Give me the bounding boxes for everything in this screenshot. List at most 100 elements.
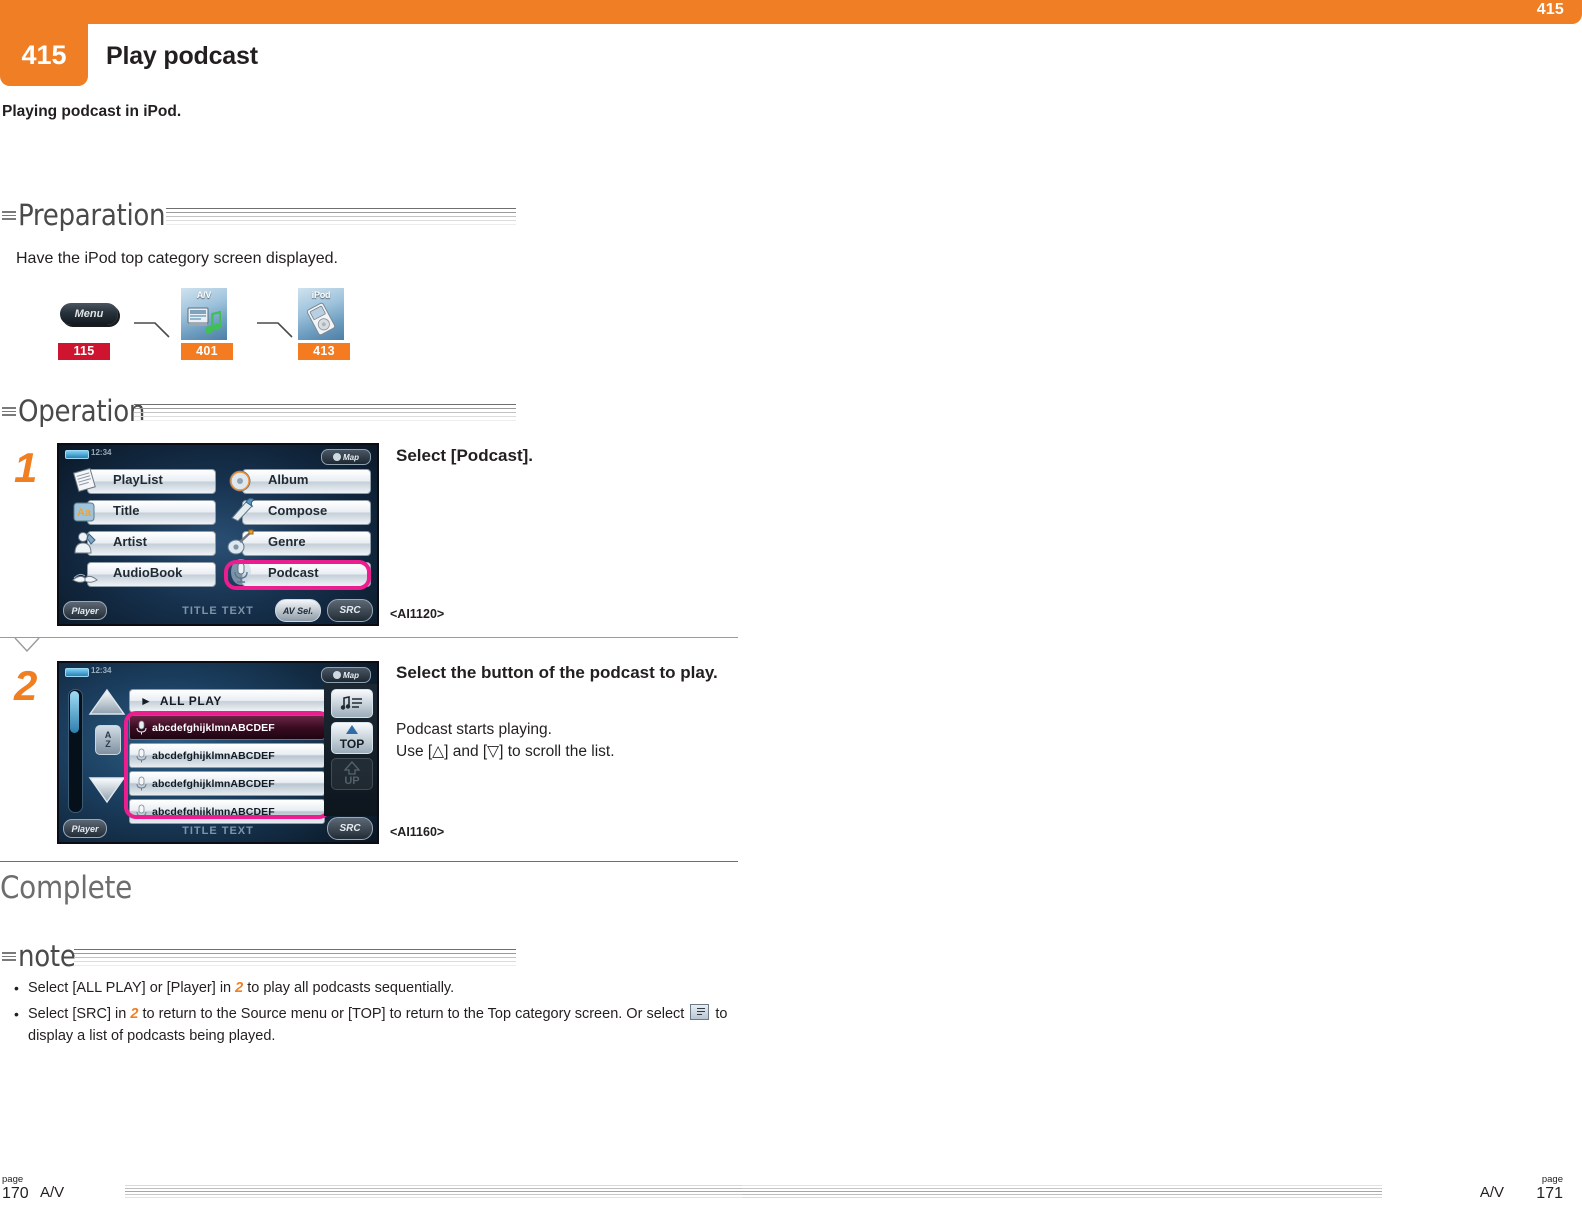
prep-flow-item-av: A/V 401 [181,286,233,360]
clock-label-2: 12:34 [91,666,112,675]
src-button-2[interactable]: SRC [327,817,373,840]
up-button-disabled[interactable]: UP [331,758,373,790]
artist-icon [74,532,96,554]
ipod-tile-icon: iPod [298,288,344,340]
footer-left-section-label: A/V [40,1184,65,1201]
footer-right-page-number: 171 [1536,1185,1563,1202]
preparation-text: Have the iPod top category screen displa… [16,250,338,267]
flow-arrow-icon [134,322,170,338]
section-mark-icon-2 [2,407,16,416]
av-artwork-icon [187,307,221,334]
playlist-icon [73,467,96,493]
note-item-text-2: Select [SRC] in 2 to return to the Sourc… [28,1003,754,1048]
map-button-2[interactable]: Map [321,667,371,683]
note-2-post: to return to the Source menu or [TOP] to… [138,1005,689,1022]
step-divider-line [0,637,738,638]
category-button-artist[interactable]: Artist [71,529,216,556]
menu-button-icon: Menu [58,303,118,325]
up-button-label: UP [344,775,360,787]
preparation-flow: Menu 115 A/V 401 iPod 413 [58,286,388,368]
clock-label: 12:34 [91,448,112,457]
section-rule-note [74,949,516,967]
av-sel-button-label: AV Sel. [282,605,314,616]
av-sel-button[interactable]: AV Sel. [275,599,321,622]
header-section-number: 415 [21,39,67,70]
map-button[interactable]: Map [321,449,371,465]
src-button[interactable]: SRC [327,599,373,622]
footer-right-page-label: page [1541,1174,1563,1185]
category-button-title[interactable]: Aa Title [71,498,216,525]
genre-guitar-icon [227,529,254,555]
category-button-audiobook[interactable]: AudioBook [71,560,216,587]
src-button-label: SRC [339,605,361,616]
header-orange-bar: 415 [0,0,1582,24]
step-2-body: Podcast starts playing. Use [△] and [▽] … [396,719,736,763]
footer-left-page-number: 170 [2,1185,29,1202]
category-label-album: Album [268,472,309,487]
all-play-label: ALL PLAY [159,694,223,708]
category-label-audiobook: AudioBook [113,565,183,580]
prep-ref-badge-401[interactable]: 401 [181,343,233,360]
prep-flow-item-ipod: iPod 413 [298,286,350,360]
list-scrollbar[interactable] [68,689,83,813]
step-divider-chevron-icon [14,637,40,652]
category-button-playlist[interactable]: PlayList [71,467,216,494]
prep-flow-item-menu: Menu 115 [58,286,118,360]
category-label-compose: Compose [268,503,328,518]
src-button-label-2: SRC [339,823,361,834]
step-2-screen-background: 12:34 Map AZ ► ALL PLAY abcdefghijklmnAB… [59,663,377,842]
step-number-1: 1 [14,444,38,491]
step-1-screenshot: 12:34 Map PlayList Album Aa Title Compos… [57,443,379,626]
category-label-playlist: PlayList [113,472,163,487]
title-icon: Aa [73,502,95,522]
step-2-body-line-1: Podcast starts playing. [396,721,552,738]
scroll-up-button[interactable] [87,687,127,717]
prep-ref-badge-115[interactable]: 115 [58,343,110,360]
section-heading-label: Preparation [18,198,166,232]
av-tile-caption: A/V [196,290,212,300]
footer-right-section-label: A/V [1479,1184,1504,1201]
now-playing-list-button[interactable] [331,689,373,718]
right-side-panel: TOP UP [324,684,377,816]
top-button[interactable]: TOP [331,722,373,754]
note-bullet-icon-2: • [14,1005,19,1022]
highlight-podcast-button [224,560,371,590]
step-number-2: 2 [14,662,38,709]
playlist-note-icon [340,695,362,710]
note-2-pre: Select [SRC] in [28,1005,131,1022]
list-scrollbar-thumb[interactable] [70,691,79,733]
section-mark-icon-3 [2,952,16,961]
steps-end-rule [0,861,738,862]
header-corner-page-number: 415 [1536,1,1564,18]
page-title: Play podcast [106,42,258,70]
note-1-post: to play all podcasts sequentially. [243,980,455,996]
complete-label: Complete [0,870,133,906]
map-button-label-2: Map [343,670,359,680]
scroll-down-button[interactable] [87,775,127,805]
step-1-headline: Select [Podcast]. [396,446,533,465]
az-sort-button[interactable]: AZ [95,725,121,755]
prep-ref-badge-413[interactable]: 413 [298,343,350,360]
audiobook-icon [72,573,98,583]
section-heading-label-note: note [18,939,76,973]
up-arrow-icon [343,761,361,775]
map-button-label: Map [343,452,359,462]
battery-icon-2 [65,668,89,677]
step-2-body-line-2: Use [△] and [▽] to scroll the list. [396,743,615,760]
category-button-album[interactable]: Album [226,467,371,494]
flow-arrow-icon-2 [257,322,293,338]
footer-left-page-label: page [2,1174,24,1185]
category-label-genre: Genre [268,534,306,549]
section-rule-operation [134,404,516,422]
highlight-podcast-list [124,711,331,819]
step-2-headline: Select the button of the podcast to play… [396,663,718,682]
step-1-screen-background: 12:34 Map PlayList Album Aa Title Compos… [59,445,377,624]
category-button-compose[interactable]: Compose [226,497,371,525]
all-play-button[interactable]: ► ALL PLAY [129,689,327,713]
av-tile-icon: A/V [181,288,227,340]
category-button-genre[interactable]: Genre [226,529,371,556]
note-item-text: Select [ALL PLAY] or [Player] in 2 to pl… [28,978,754,1000]
ipod-tile-caption: iPod [311,290,331,300]
header-section-tab: 415 [0,24,88,86]
battery-icon [65,450,89,459]
